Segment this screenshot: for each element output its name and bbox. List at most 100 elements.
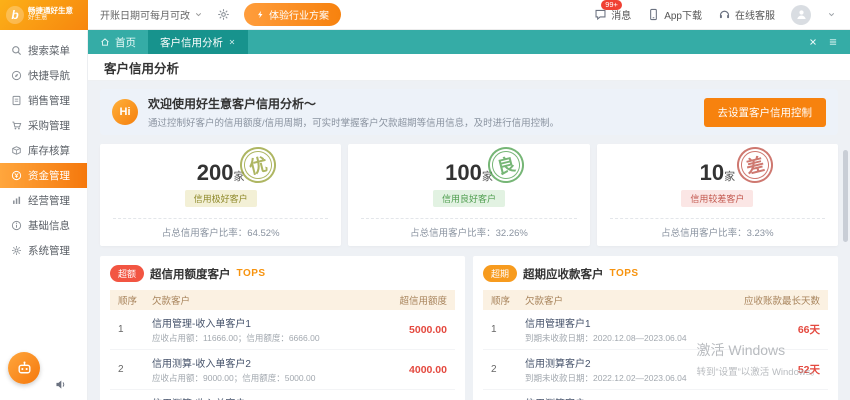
card-ratio: 占总信用客户比率：3.23%: [609, 218, 825, 246]
tab-home[interactable]: 首页: [88, 30, 148, 54]
chart-icon: [11, 195, 22, 206]
overdue-days-value: 66天: [797, 324, 820, 336]
column-header: 欠款客户: [525, 296, 564, 307]
sidebar-item-label: 基础信息: [28, 220, 70, 232]
table-row[interactable]: 2 信用测算-收入单客户2 应收占用额：9000.00；信用额度：5000.00…: [110, 350, 455, 390]
close-all-tabs-icon[interactable]: [808, 37, 818, 47]
sidebar-item-operations[interactable]: 经营管理: [0, 188, 87, 213]
customer-name[interactable]: 信用测算客户2: [525, 355, 728, 370]
card-count: 200: [196, 160, 234, 185]
sidebar-item-label: 搜索菜单: [28, 45, 70, 57]
gear-icon: [11, 245, 22, 256]
card-count: 100: [445, 160, 482, 185]
user-icon: [795, 8, 808, 21]
sidebar-item-search[interactable]: 搜索菜单: [0, 38, 87, 63]
overdue-badge: 超期: [483, 265, 518, 282]
panel-title: 超信用额度客户: [150, 268, 231, 281]
table-row[interactable]: 2 信用测算客户2 到期未收款日期：2022.12.02—2023.06.04 …: [483, 350, 828, 390]
table-header: 顺序 欠款客户 超信用额度: [110, 290, 455, 310]
card-excellent-credit: 优 200家 信用极好客户 占总信用客户比率：64.52%: [100, 143, 342, 246]
phone-icon: [647, 8, 660, 21]
sidebar-item-label: 系统管理: [28, 245, 70, 257]
over-limit-value: 4000.00: [409, 363, 447, 376]
gear-icon: [217, 8, 230, 21]
compass-icon: [11, 70, 22, 81]
sidebar-item-label: 销售管理: [28, 95, 70, 107]
customer-name[interactable]: 信用管理-收入单客户1: [152, 315, 355, 330]
card-ratio: 占总信用客户比率：32.26%: [361, 218, 577, 246]
table-row[interactable]: 3 信用测算客户3 到期未收款日期：2020.12.08—2023.06.04 …: [483, 390, 828, 400]
sidebar-item-label: 经营管理: [28, 195, 70, 207]
assistant-fab[interactable]: [8, 352, 40, 384]
tab-tools: [808, 30, 850, 54]
messages-button[interactable]: 消息 99+: [594, 0, 631, 22]
chevron-down-icon: [827, 10, 836, 19]
welcome-banner: Hi 欢迎使用好生意客户信用分析～ 通过控制好客户的信用额度/信用周期，可实时掌…: [100, 89, 838, 135]
vertical-scrollbar[interactable]: [843, 150, 848, 242]
over-credit-limit-panel: 超额 超信用额度客户 TOPS 顺序 欠款客户 超信用额度 1 信用管理-收入单…: [100, 256, 465, 400]
info-icon: [11, 220, 22, 231]
headset-icon: [718, 8, 731, 21]
tops-panels: 超额 超信用额度客户 TOPS 顺序 欠款客户 超信用额度 1 信用管理-收入单…: [100, 256, 838, 400]
table-row[interactable]: 1 信用管理客户1 到期未收款日期：2020.12.08—2023.06.04 …: [483, 310, 828, 350]
row-index: 2: [491, 364, 497, 375]
customer-name[interactable]: 信用测算客户3: [525, 395, 728, 400]
sidebar-item-label: 快捷导航: [28, 70, 70, 82]
panel-title: 超期应收款客户: [523, 268, 604, 281]
over-limit-badge: 超额: [110, 265, 145, 282]
account-set-label: 开账日期可每月可改: [100, 11, 190, 22]
messages-count-badge: 99+: [601, 0, 622, 10]
table-header: 顺序 欠款客户 应收账款最长天数: [483, 290, 828, 310]
close-icon[interactable]: [228, 38, 236, 46]
customer-name[interactable]: 信用测算-收入单客户2: [152, 355, 355, 370]
card-poor-credit: 差 10家 信用较差客户 占总信用客户比率：3.23%: [596, 143, 838, 246]
online-support-button[interactable]: 在线客服: [718, 7, 775, 22]
customer-name[interactable]: 信用测算-收入单客户3: [152, 395, 355, 400]
robot-icon: [16, 360, 33, 377]
topbar-right: 消息 99+ App下载 在线客服: [594, 0, 850, 25]
table-row[interactable]: 3 信用测算-收入单客户3 应收占用额：6000.00；信用额度：3000.00…: [110, 390, 455, 400]
card-badge: 信用极好客户: [184, 190, 257, 208]
account-set-selector[interactable]: 开账日期可每月可改: [100, 7, 203, 22]
sidebar-item-funds[interactable]: 资金管理: [0, 163, 87, 188]
brand-logo[interactable]: b 畅捷通好生意 好生意: [0, 0, 88, 30]
sidebar-item-system[interactable]: 系统管理: [0, 238, 87, 263]
tab-menu-icon[interactable]: [828, 37, 838, 47]
sidebar-item-basic-info[interactable]: 基础信息: [0, 213, 87, 238]
industry-solution-button[interactable]: 体验行业方案: [244, 3, 341, 26]
tab-customer-credit-analysis[interactable]: 客户信用分析: [148, 30, 248, 54]
customer-detail: 应收占用额：11666.00；信用额度：6666.00: [152, 333, 320, 343]
brand-logo-icon: b: [6, 5, 24, 24]
column-header: 欠款客户: [152, 296, 191, 307]
sidebar-item-quick-nav[interactable]: 快捷导航: [0, 63, 87, 88]
column-header: 应收账款最长天数: [743, 296, 820, 307]
card-unit: 家: [724, 171, 736, 183]
app-download-label: App下载: [664, 11, 702, 22]
main-content: Hi 欢迎使用好生意客户信用分析～ 通过控制好客户的信用额度/信用周期，可实时掌…: [88, 81, 850, 400]
tops-label: TOPS: [609, 268, 639, 279]
online-support-label: 在线客服: [735, 11, 775, 22]
avatar[interactable]: [791, 4, 811, 25]
app-download-button[interactable]: App下载: [647, 7, 702, 22]
customer-name[interactable]: 信用管理客户1: [525, 315, 728, 330]
row-index: 1: [491, 324, 497, 335]
tab-label: 客户信用分析: [160, 36, 223, 49]
grade-seal-poor: 差: [732, 143, 777, 187]
profile-menu-toggle[interactable]: [827, 6, 836, 24]
sidebar-item-label: 库存核算: [28, 145, 70, 157]
box-icon: [11, 145, 22, 156]
document-icon: [11, 95, 22, 106]
home-icon: [100, 37, 110, 47]
table-row[interactable]: 1 信用管理-收入单客户1 应收占用额：11666.00；信用额度：6666.0…: [110, 310, 455, 350]
setup-credit-control-button[interactable]: 去设置客户信用控制: [703, 97, 826, 127]
sidebar-item-sales[interactable]: 销售管理: [0, 88, 87, 113]
sidebar-item-inventory[interactable]: 库存核算: [0, 138, 87, 163]
overdue-days-value: 52天: [797, 364, 820, 376]
card-ratio: 占总信用客户比率：64.52%: [113, 218, 329, 246]
row-index: 2: [118, 364, 124, 375]
customer-detail: 到期未收款日期：2022.12.02—2023.06.04: [525, 373, 687, 383]
cart-icon: [11, 120, 22, 131]
settings-gear-button[interactable]: [217, 8, 230, 21]
sidebar-item-purchase[interactable]: 采购管理: [0, 113, 87, 138]
sound-button[interactable]: [54, 378, 67, 396]
